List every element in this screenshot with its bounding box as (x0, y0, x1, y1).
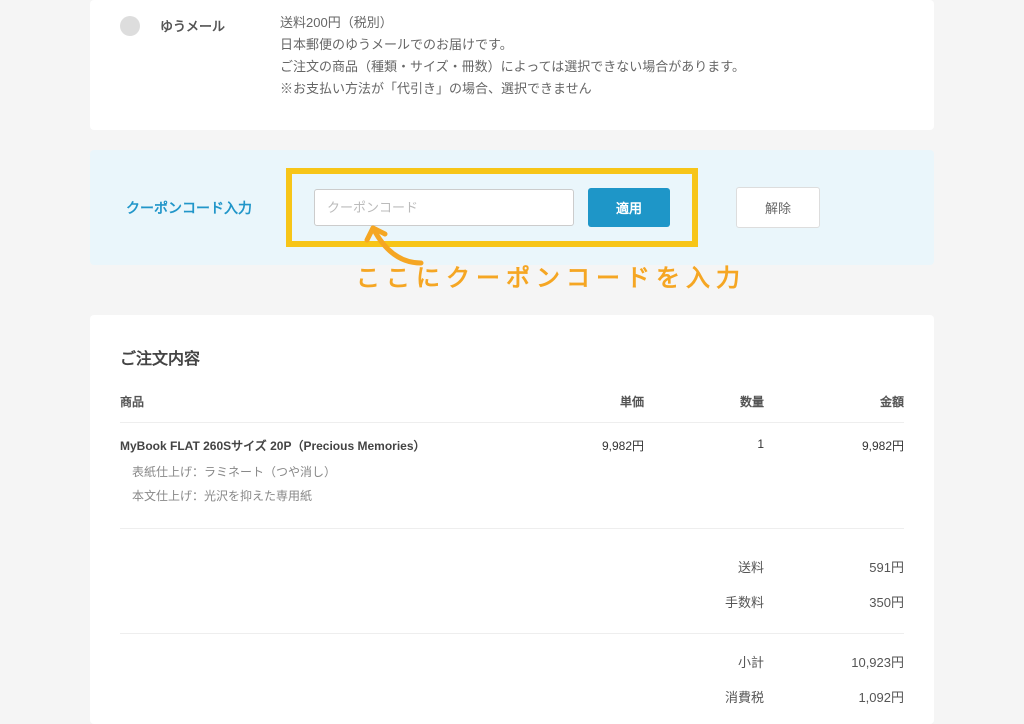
coupon-label: クーポンコード入力 (126, 198, 266, 218)
summary-divider (120, 633, 904, 634)
shipping-radio[interactable] (120, 16, 140, 36)
detail-cover: 表紙仕上げ：ラミネート（つや消し） (132, 460, 904, 484)
apply-button[interactable]: 適用 (588, 188, 670, 227)
col-price: 単価 (524, 393, 644, 410)
detail-body: 本文仕上げ：光沢を抑えた専用紙 (132, 484, 904, 508)
shipping-option-name: ゆうメール (160, 16, 260, 35)
coupon-input[interactable] (314, 189, 574, 226)
col-product: 商品 (120, 393, 524, 410)
order-item-row: MyBook FLAT 260Sサイズ 20P（Precious Memorie… (120, 423, 904, 460)
summary-shipping-value: 591円 (764, 557, 904, 576)
shipping-option-card: ゆうメール 送料200円（税別） 日本郵便のゆうメールでのお届けです。 ご注文の… (90, 0, 934, 130)
order-title: ご注文内容 (120, 345, 904, 369)
summary-shipping-label: 送料 (624, 557, 764, 576)
product-name: MyBook FLAT 260Sサイズ 20P（Precious Memorie… (120, 437, 524, 454)
item-amount: 9,982円 (764, 437, 904, 454)
annotation-text: ここにクーポンコードを入力 (356, 258, 746, 293)
shipping-description: 送料200円（税別） 日本郵便のゆうメールでのお届けです。 ご注文の商品（種類・… (280, 12, 904, 100)
shipping-line1: 送料200円（税別） (280, 12, 904, 34)
summary-tax-value: 1,092円 (764, 687, 904, 706)
col-amount: 金額 (764, 393, 904, 410)
summary-fee-value: 350円 (764, 592, 904, 611)
order-table-header: 商品 単価 数量 金額 (120, 393, 904, 423)
summary-subtotal: 小計 10,923円 (120, 644, 904, 679)
shipping-line3: ご注文の商品（種類・サイズ・冊数）によっては選択できない場合があります。 (280, 56, 904, 78)
clear-button[interactable]: 解除 (736, 187, 820, 228)
shipping-line2: 日本郵便のゆうメールでのお届けです。 (280, 34, 904, 56)
annotation-highlight: 適用 (286, 168, 698, 247)
summary-subtotal-label: 小計 (624, 652, 764, 671)
summary-subtotal-value: 10,923円 (764, 652, 904, 671)
coupon-section: クーポンコード入力 適用 解除 (90, 150, 934, 265)
col-qty: 数量 (644, 393, 764, 410)
summary-tax-label: 消費税 (624, 687, 764, 706)
summary-fee: 手数料 350円 (120, 584, 904, 619)
item-price: 9,982円 (524, 437, 644, 454)
summary-shipping: 送料 591円 (120, 549, 904, 584)
summary-fee-label: 手数料 (624, 592, 764, 611)
summary-section: 送料 591円 手数料 350円 小計 10,923円 消費税 1,092円 (120, 528, 904, 714)
summary-tax: 消費税 1,092円 (120, 679, 904, 714)
product-details: 表紙仕上げ：ラミネート（つや消し） 本文仕上げ：光沢を抑えた専用紙 (120, 460, 904, 528)
shipping-line4: ※お支払い方法が「代引き」の場合、選択できません (280, 78, 904, 100)
order-summary-card: ご注文内容 商品 単価 数量 金額 MyBook FLAT 260Sサイズ 20… (90, 315, 934, 724)
item-qty: 1 (644, 437, 764, 454)
